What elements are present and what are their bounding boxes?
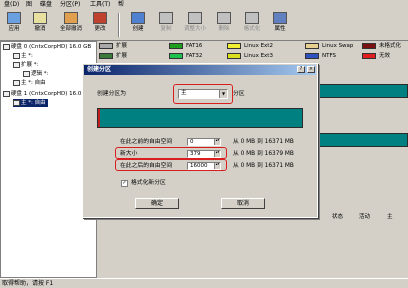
legend-swatch (169, 53, 183, 59)
partition-legend: 扩展 FAT16 Linux Ext2 Linux Swap 未格式化 扩展 FAT32 Li… (97, 41, 408, 63)
highlight-new-size (115, 147, 227, 159)
col-active[interactable]: 活动 (359, 213, 370, 221)
legend-swatch (227, 43, 241, 49)
undo-icon (33, 12, 47, 24)
free-before-range: 从 0 MB 到 16371 MB (233, 139, 294, 145)
copy-button[interactable]: 复制 (154, 12, 178, 39)
create-icon (131, 12, 145, 24)
harddisk-icon (3, 90, 10, 97)
undo-all-icon (64, 12, 78, 24)
partition-icon (13, 61, 20, 68)
tree-item-logical[interactable]: 逻辑 *: (23, 70, 48, 78)
delete-button[interactable]: 删除 (212, 12, 236, 39)
help-icon: ? (299, 66, 303, 72)
close-icon: × (308, 66, 314, 72)
toolbar: 应用 撤消 全部撤消 更改 创建 复制 调整大小 删除 格式化 属性 (0, 10, 408, 41)
legend-label: Linux Ext2 (244, 43, 273, 49)
partition-icon (13, 99, 20, 106)
apply-button[interactable]: 应用 (2, 12, 26, 39)
create-partition-dialog: 创建分区 ? × 创建分区为 主 ▼ 分区 在此之前的自由空间 0 ▴▾ 从 0… (82, 63, 318, 218)
menu-partition[interactable]: 分区(P) (60, 1, 80, 9)
properties-icon (273, 12, 287, 24)
legend-swatch (362, 53, 376, 59)
legend-label: 无效 (379, 53, 391, 59)
help-button[interactable]: ? (297, 66, 305, 73)
cancel-button[interactable]: 取消 (221, 198, 265, 209)
menu-harddisk[interactable]: 碟盘 (40, 1, 52, 9)
highlight-partition-type (173, 84, 233, 104)
toolbar-separator (118, 13, 120, 37)
harddisk-icon (3, 43, 10, 50)
partition-suffix-label: 分区 (233, 91, 245, 97)
status-text: 取得帮助，请按 F1 (2, 280, 54, 287)
menu-tools[interactable]: 工具(T) (90, 1, 110, 9)
resize-button[interactable]: 调整大小 (180, 12, 210, 39)
apply-icon (7, 12, 21, 24)
partition-size-indicator (98, 109, 100, 127)
undo-button[interactable]: 撤消 (28, 12, 52, 39)
tree-item-disk1[interactable]: 硬盘 1 (CntxCorpHD) 16.0 GB (3, 90, 91, 98)
free-after-range: 从 0 MB 到 16371 MB (233, 163, 294, 169)
spinner-icon[interactable]: ▴▾ (214, 138, 220, 145)
legend-label: 未格式化 (379, 43, 402, 49)
tree-item-primary-free[interactable]: 主 *: 自由 (13, 79, 46, 87)
disk0-bar[interactable] (319, 84, 408, 98)
tree-item-primary[interactable]: 主 *: (13, 52, 33, 60)
menu-view[interactable]: 图 (26, 1, 32, 9)
statusbar: 取得帮助，请按 F1 (0, 278, 408, 288)
format-button[interactable]: 格式化 (240, 12, 264, 39)
legend-label: 扩展 (116, 43, 128, 49)
partition-size-bar[interactable] (97, 108, 303, 128)
dialog-title: 创建分区 (87, 66, 112, 73)
disk1-bar[interactable] (319, 133, 408, 147)
new-size-range: 从 0 MB 到 16379 MB (233, 151, 294, 157)
legend-label: NTFS (322, 53, 337, 59)
legend-swatch (99, 53, 113, 59)
delete-icon (217, 12, 231, 24)
legend-label: FAT16 (186, 43, 203, 49)
legend-label: Linux Swap (322, 43, 354, 49)
close-button[interactable]: × (307, 66, 315, 73)
menu-disk[interactable]: 盘(D) (4, 1, 19, 9)
free-before-label: 在此之前的自由空间 (120, 139, 173, 145)
create-as-label: 创建分区为 (97, 91, 126, 97)
partition-icon (13, 79, 20, 86)
legend-swatch (99, 43, 113, 49)
undo-all-button[interactable]: 全部撤消 (56, 12, 86, 39)
free-before-input[interactable]: 0 ▴▾ (187, 138, 221, 146)
legend-label: 扩展 (116, 53, 128, 59)
ok-button[interactable]: 确定 (135, 198, 179, 209)
highlight-free-after (115, 159, 227, 171)
menubar: 盘(D) 图 碟盘 分区(P) 工具(T) 帮 (0, 0, 408, 10)
format-icon (245, 12, 259, 24)
create-button[interactable]: 创建 (126, 12, 150, 39)
properties-button[interactable]: 属性 (268, 12, 292, 39)
tree-item-disk1-free[interactable]: 主 *: 自由 (13, 99, 48, 107)
format-checkbox-label: 格式化新分区 (131, 180, 166, 186)
legend-swatch (362, 43, 376, 49)
tree-item-disk0[interactable]: 硬盘 0 (CntxCorpHD) 16.0 GB (3, 43, 91, 51)
legend-label: Linux Ext3 (244, 53, 273, 59)
change-icon (93, 12, 107, 24)
legend-swatch (305, 53, 319, 59)
partition-icon (13, 52, 20, 59)
legend-label: FAT32 (186, 53, 203, 59)
tree-item-extended[interactable]: 扩展 *: (13, 61, 38, 69)
legend-swatch (169, 43, 183, 49)
format-checkbox[interactable]: ✓ (121, 180, 128, 187)
copy-icon (159, 12, 173, 24)
menu-help[interactable]: 帮 (118, 1, 124, 9)
legend-swatch (227, 53, 241, 59)
col-primary[interactable]: 主 (387, 213, 393, 221)
col-status[interactable]: 状态 (332, 213, 343, 221)
change-button[interactable]: 更改 (88, 12, 112, 39)
resize-icon (188, 12, 202, 24)
legend-swatch (305, 43, 319, 49)
dialog-titlebar[interactable]: 创建分区 ? × (84, 65, 316, 75)
partition-icon (23, 70, 30, 77)
